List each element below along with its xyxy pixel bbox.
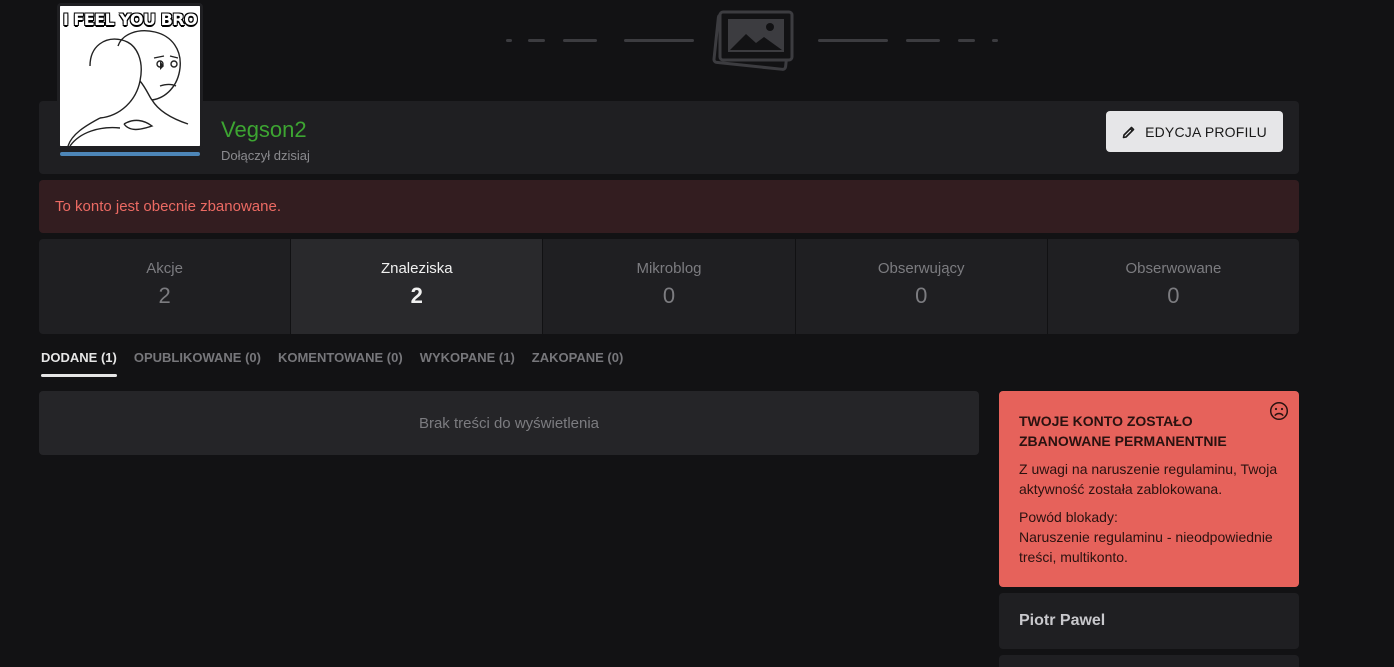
sidebar-user-card[interactable]: Piotr Pawel: [999, 593, 1299, 649]
stat-followers[interactable]: Obserwujący 0: [796, 239, 1048, 334]
joined-date: Dołączył dzisiaj: [221, 148, 310, 163]
stat-value: 0: [915, 283, 928, 308]
ban-card-title: TWOJE KONTO ZOSTAŁO ZBANOWANE PERMANENTN…: [1019, 413, 1227, 449]
avatar-level-bar: [60, 152, 200, 156]
avatar[interactable]: I FEEL YOU BRO: [57, 3, 203, 149]
profile-page: I FEEL YOU BRO Vegson2 Dołączył dzisiaj …: [0, 0, 1394, 667]
tab-dug[interactable]: WYKOPANE (1): [420, 350, 515, 377]
cover-placeholder: [506, 10, 998, 72]
avatar-caption: I FEEL YOU BRO: [62, 10, 198, 29]
tab-added[interactable]: DODANE (1): [41, 350, 117, 377]
stat-value: 2: [158, 283, 171, 308]
content-tabs: DODANE (1) OPUBLIKOWANE (0) KOMENTOWANE …: [41, 350, 623, 377]
image-placeholder-icon: [712, 10, 794, 71]
empty-state: Brak treści do wyświetlenia: [39, 391, 979, 455]
ban-alert: To konto jest obecnie zbanowane.: [39, 180, 1299, 233]
stat-label: Obserwujący: [877, 260, 965, 277]
stat-label: Obserwowane: [1125, 260, 1222, 277]
stat-label: Akcje: [146, 260, 183, 277]
stat-label: Znaleziska: [380, 260, 453, 277]
tab-published[interactable]: OPUBLIKOWANE (0): [134, 350, 261, 377]
sidebar-card: [999, 655, 1299, 667]
ban-reason: Naruszenie regulaminu - nieodpowiednie t…: [1019, 529, 1273, 565]
ban-reason-label: Powód blokady:: [1019, 509, 1118, 525]
stat-links[interactable]: Znaleziska 2: [291, 239, 544, 334]
edit-profile-button[interactable]: EDYCJA PROFILU: [1106, 111, 1283, 152]
sidebar-user-name: Piotr Pawel: [1019, 612, 1106, 629]
username[interactable]: Vegson2: [221, 117, 307, 143]
stat-value: 0: [1167, 283, 1180, 308]
stat-value: 2: [410, 283, 423, 308]
tab-buried[interactable]: ZAKOPANE (0): [532, 350, 623, 377]
stat-microblog[interactable]: Mikroblog 0: [543, 239, 796, 334]
stat-actions[interactable]: Akcje 2: [39, 239, 292, 334]
ban-card: TWOJE KONTO ZOSTAŁO ZBANOWANE PERMANENTN…: [999, 391, 1299, 587]
pencil-icon: [1122, 126, 1135, 138]
edit-profile-label: EDYCJA PROFILU: [1145, 123, 1267, 140]
stats-bar: Akcje 2 Znaleziska 2 Mikroblog 0 Obserwu…: [39, 239, 1299, 334]
ban-card-text: Z uwagi na naruszenie regulaminu, Twoja …: [1019, 461, 1278, 497]
tab-commented[interactable]: KOMENTOWANE (0): [278, 350, 403, 377]
stat-following[interactable]: Obserwowane 0: [1048, 239, 1299, 334]
stat-value: 0: [662, 283, 676, 308]
sad-face-icon: [1269, 401, 1289, 421]
stat-label: Mikroblog: [636, 260, 702, 277]
empty-message: Brak treści do wyświetlenia: [418, 414, 600, 432]
